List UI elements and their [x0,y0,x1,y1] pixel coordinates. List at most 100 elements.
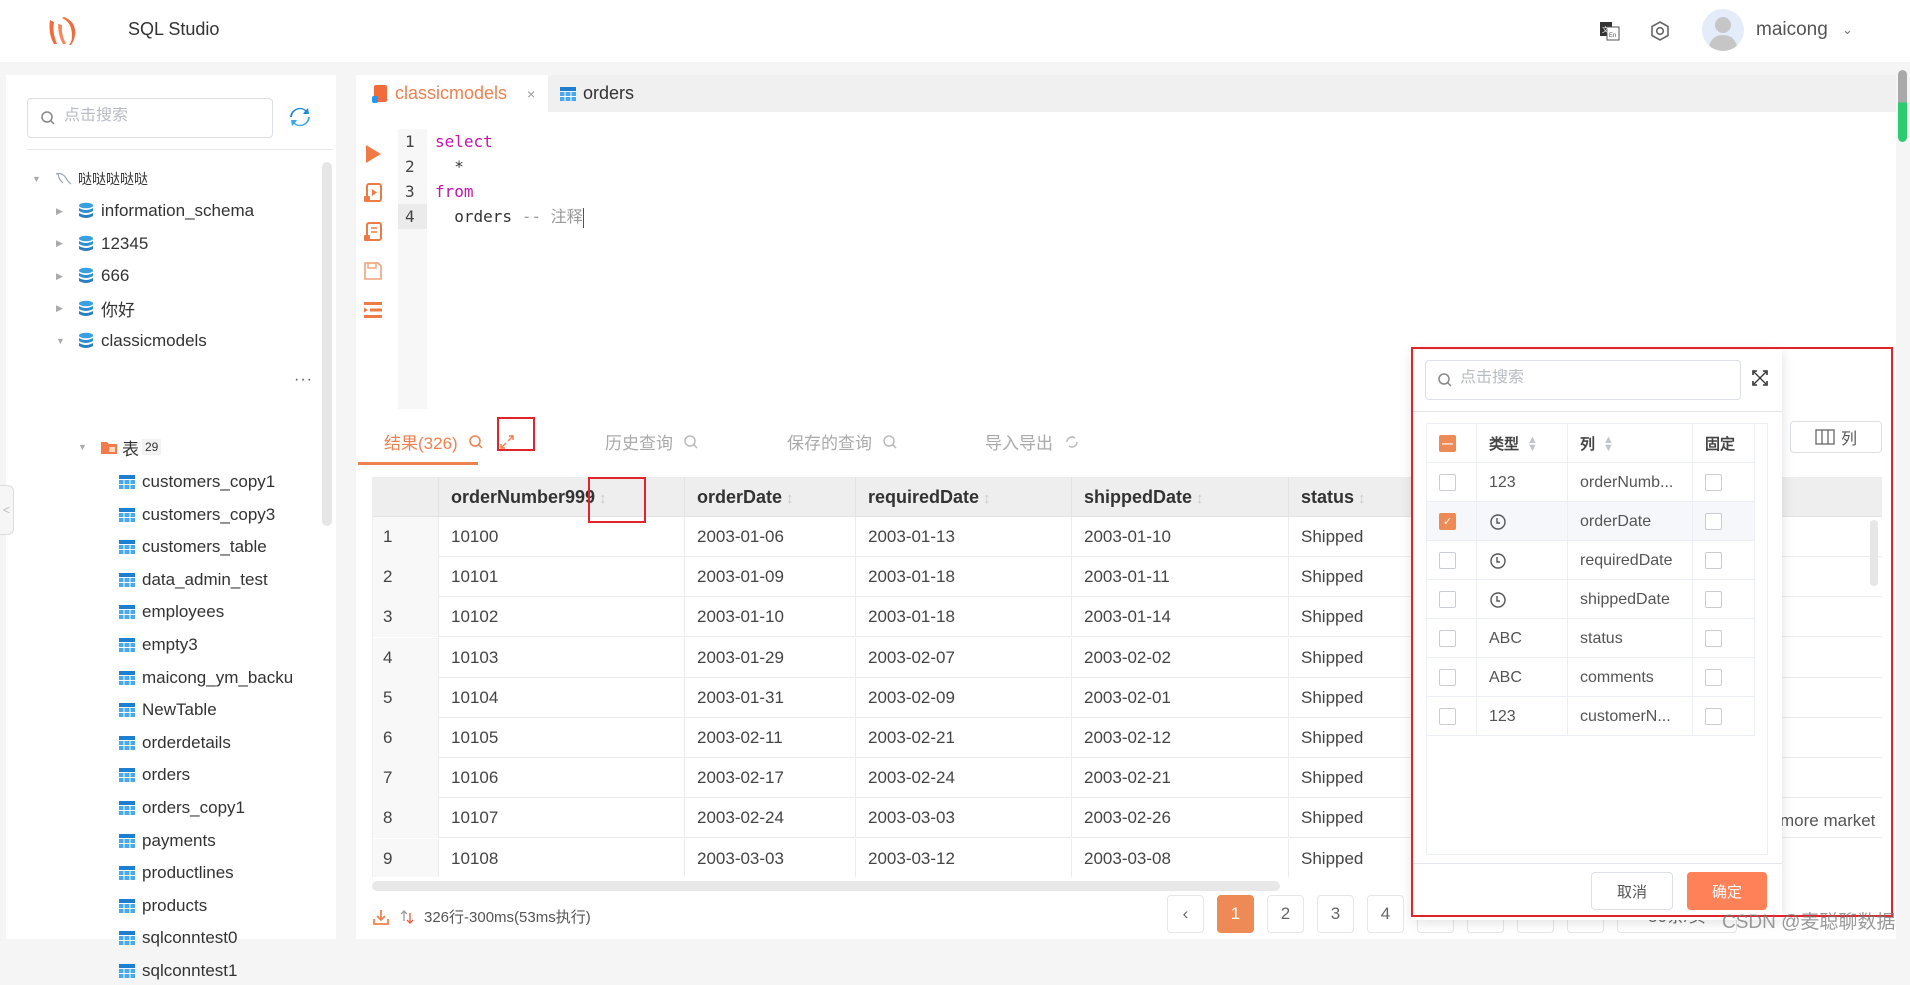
table-cell[interactable]: 2003-02-01 [1072,677,1289,718]
tab-import-export[interactable]: 导入导出 [985,429,1081,454]
sort-caret-icon[interactable]: ▲ ▼ [1603,434,1614,453]
column-visible-checkbox[interactable] [1439,669,1456,686]
tree-table[interactable]: orders [119,761,190,789]
tree-table[interactable]: orders_copy1 [119,794,245,822]
column-picker-row[interactable]: 123 orderNumb... [1427,463,1755,502]
caret-right-icon[interactable]: ▶ [56,271,66,282]
column-fixed-checkbox[interactable] [1705,591,1722,608]
column-search[interactable] [1425,360,1741,400]
tab-classicmodels[interactable]: classicmodels × [356,75,548,112]
translate-icon[interactable]: 文 En [1599,20,1621,42]
tree-table[interactable]: orderdetails [119,729,231,757]
column-picker-row[interactable]: ABC comments [1427,658,1755,697]
table-cell[interactable]: 2003-02-09 [856,677,1072,718]
table-cell[interactable]: 10104 [439,677,685,718]
table-cell[interactable]: 2003-01-29 [685,637,856,678]
more-options-icon[interactable]: ··· [294,371,313,389]
tree-table[interactable]: sqlconntest0 [119,924,237,952]
table-cell[interactable]: 2003-02-24 [856,758,1072,799]
cancel-button[interactable]: 取消 [1591,872,1673,910]
tree-table[interactable]: maicong_ym_backu [119,664,293,692]
table-cell[interactable]: 2003-02-02 [1072,637,1289,678]
caret-right-icon[interactable]: ▶ [56,206,66,217]
format-icon[interactable] [362,299,384,321]
tree-table[interactable]: sqlconntest1 [119,957,237,985]
tree-table[interactable]: empty3 [119,631,198,659]
caret-down-icon[interactable]: ▼ [32,174,42,184]
tree-table[interactable]: customers_table [119,533,267,561]
tab-saved-queries[interactable]: 保存的查询 [787,429,898,454]
save-icon[interactable] [362,260,384,282]
tab-results[interactable]: 结果(326) [384,429,516,454]
table-cell[interactable]: 2003-01-18 [856,557,1072,598]
column-fixed-checkbox[interactable] [1705,630,1722,647]
column-picker-row[interactable]: ✓ orderDate [1427,502,1755,541]
caret-right-icon[interactable]: ▶ [56,238,66,249]
page-button[interactable]: 2 [1267,895,1304,933]
table-cell[interactable]: 2003-02-21 [1072,758,1289,799]
tab-orders[interactable]: orders [560,75,634,112]
table-cell[interactable]: 10107 [439,798,685,839]
table-cell[interactable]: 2003-03-03 [856,798,1072,839]
tree-connection[interactable]: ▼ 哒哒哒哒哒 [32,165,148,193]
column-picker-row[interactable]: 123 customerN... [1427,697,1755,736]
sidebar-scrollbar[interactable] [322,162,332,526]
tree-table[interactable]: products [119,892,207,920]
table-cell[interactable]: 2003-02-21 [856,718,1072,758]
table-cell[interactable]: 2003-01-14 [1072,597,1289,638]
grid-horizontal-scrollbar[interactable] [372,881,1280,891]
tree-table[interactable]: data_admin_test [119,566,268,594]
column-header[interactable]: 列 ▲ ▼ [1568,424,1693,463]
table-cell[interactable]: 2003-02-24 [685,798,856,839]
column-visible-checkbox[interactable] [1439,474,1456,491]
table-cell[interactable]: 10106 [439,758,685,799]
download-icon[interactable] [372,908,390,926]
chevron-down-icon[interactable]: ⌄ [1842,22,1853,38]
page-button[interactable]: 3 [1317,895,1354,933]
close-icon[interactable]: × [527,86,535,102]
sidebar-search[interactable] [27,98,273,138]
tree-database[interactable]: ▶ 666 [56,262,129,290]
tree-table[interactable]: payments [119,827,216,855]
table-cell[interactable]: 2003-01-13 [856,517,1072,557]
run-icon[interactable] [362,143,384,165]
table-cell[interactable]: 10105 [439,718,685,758]
search-icon[interactable] [468,434,484,450]
tree-database[interactable]: ▶ 你好 [56,295,135,323]
settings-icon[interactable] [1649,20,1671,42]
column-header[interactable]: orderNumber999 ↕ [439,477,685,517]
tree-table[interactable]: productlines [119,859,234,887]
column-header[interactable]: orderDate ↕ [685,477,856,517]
page-button[interactable]: 1 [1217,895,1254,933]
table-cell[interactable]: 2003-01-10 [685,597,856,638]
caret-down-icon[interactable]: ▼ [78,442,88,452]
column-visible-checkbox[interactable] [1439,552,1456,569]
caret-down-icon[interactable]: ▼ [56,336,66,346]
table-cell[interactable]: 2003-01-10 [1072,517,1289,557]
table-cell[interactable]: 2003-01-18 [856,597,1072,638]
table-cell[interactable]: 2003-02-26 [1072,798,1289,839]
column-picker-row[interactable]: shippedDate [1427,580,1755,619]
sort-icon[interactable]: ↕ [786,490,794,507]
table-cell[interactable]: 10100 [439,517,685,557]
tree-database[interactable]: ▶ information_schema [56,197,254,225]
prev-page-button[interactable]: ‹ [1167,895,1204,933]
sort-icon[interactable]: ↕ [599,490,607,507]
sort-icon[interactable]: ↕ [1196,490,1204,507]
column-visible-checkbox[interactable] [1439,591,1456,608]
column-search-input[interactable] [1460,369,1730,387]
tree-table[interactable]: NewTable [119,696,217,724]
column-fixed-checkbox[interactable] [1705,513,1722,530]
sidebar-search-input[interactable] [64,107,264,125]
script-icon[interactable] [362,221,384,243]
column-fixed-checkbox[interactable] [1705,474,1722,491]
tree-database[interactable]: ▼ classicmodels [56,327,207,355]
tree-table[interactable]: customers_copy3 [119,501,275,529]
expand-icon[interactable] [498,433,516,451]
column-header[interactable]: requiredDate ↕ [856,477,1072,517]
table-cell[interactable]: 2003-02-12 [1072,718,1289,758]
column-header[interactable]: shippedDate ↕ [1072,477,1289,517]
column-visible-checkbox[interactable] [1439,630,1456,647]
column-visible-checkbox[interactable] [1439,708,1456,725]
column-visible-checkbox[interactable]: ✓ [1439,513,1456,530]
